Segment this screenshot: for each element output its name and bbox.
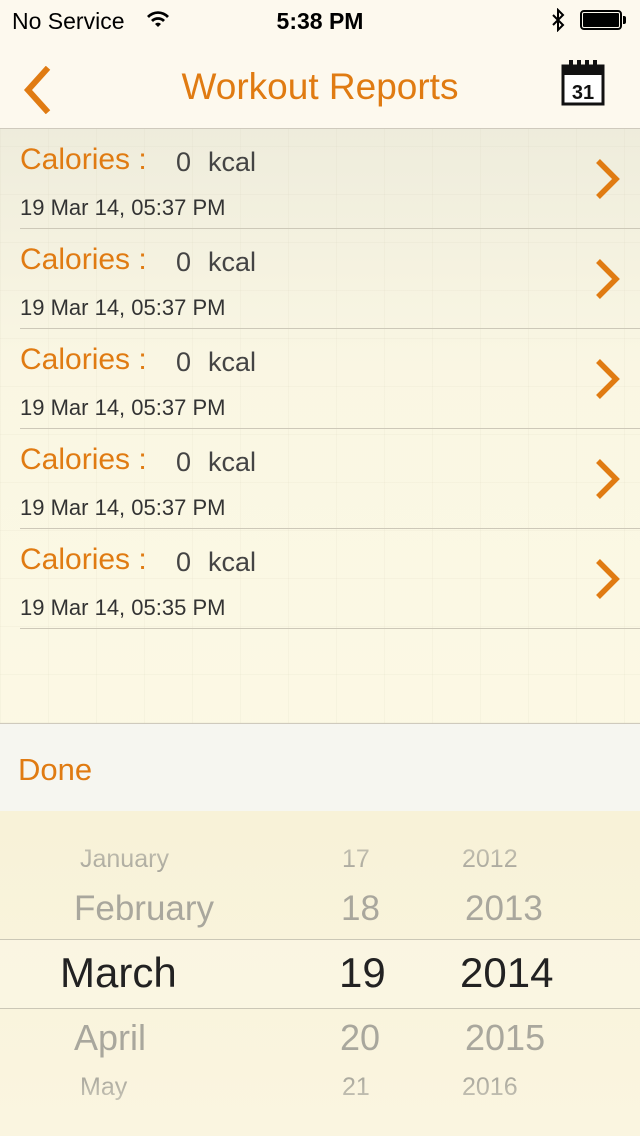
picker-year-item[interactable]: 2012 [462,845,518,874]
reports-list: Calories : 0 kcal 19 Mar 14, 05:37 PM Ca… [0,129,640,723]
picker-month-selected[interactable]: March [60,949,177,997]
picker-year-selected[interactable]: 2014 [460,949,553,997]
calendar-icon: 31 [561,60,605,106]
status-time: 5:38 PM [276,8,364,34]
picker-month-item[interactable]: April [74,1017,146,1059]
picker-year-item[interactable]: 2016 [462,1073,518,1102]
calories-unit: kcal [208,547,257,577]
report-row[interactable]: Calories : 0 kcal 19 Mar 14, 05:37 PM [0,429,640,529]
report-row[interactable]: Calories : 0 kcal 19 Mar 14, 05:37 PM [0,129,640,229]
calories-unit: kcal [208,347,257,377]
picker-month-item[interactable]: January [80,845,169,874]
picker-day-item[interactable]: 17 [342,845,370,874]
calories-unit: kcal [208,247,257,277]
calories-value: 0 [176,547,192,577]
calories-unit: kcal [208,447,257,477]
chevron-right-icon [596,559,620,599]
battery-icon [580,10,626,30]
calories-label: Calories : [20,243,147,276]
picker-year-item[interactable]: 2013 [465,889,543,929]
picker-toolbar: Done [0,723,640,812]
navigation-bar: Workout Reports 31 [0,40,640,129]
picker-month-item[interactable]: May [80,1073,127,1102]
row-divider [20,628,640,629]
status-bar: No Service 5:38 PM [0,0,640,40]
report-date: 19 Mar 14, 05:37 PM [20,195,226,220]
chevron-right-icon [596,159,620,199]
picker-day-selected[interactable]: 19 [339,949,386,997]
page-title: Workout Reports [181,66,459,107]
report-date: 19 Mar 14, 05:35 PM [20,595,226,620]
done-button[interactable]: Done [18,752,92,788]
report-date: 19 Mar 14, 05:37 PM [20,495,226,520]
calories-label: Calories : [20,543,147,576]
report-date: 19 Mar 14, 05:37 PM [20,295,226,320]
calories-value: 0 [176,347,192,377]
picker-year-item[interactable]: 2015 [465,1017,545,1059]
report-row[interactable]: Calories : 0 kcal 19 Mar 14, 05:37 PM [0,329,640,429]
date-picker[interactable]: January February March April May 17 18 1… [0,811,640,1136]
chevron-right-icon [596,359,620,399]
chevron-right-icon [596,459,620,499]
report-row[interactable]: Calories : 0 kcal 19 Mar 14, 05:37 PM [0,229,640,329]
picker-day-item[interactable]: 21 [342,1073,370,1102]
chevron-right-icon [596,259,620,299]
bluetooth-icon [552,8,565,32]
picker-day-item[interactable]: 20 [340,1017,380,1059]
calories-value: 0 [176,147,192,177]
calendar-day-label: 31 [572,82,594,104]
picker-month-item[interactable]: February [74,889,214,929]
calories-label: Calories : [20,443,147,476]
picker-day-item[interactable]: 18 [341,889,380,929]
calendar-button[interactable]: 31 [560,58,606,108]
calories-label: Calories : [20,143,147,176]
report-row[interactable]: Calories : 0 kcal 19 Mar 14, 05:35 PM [0,529,640,629]
calories-value: 0 [176,447,192,477]
calories-label: Calories : [20,343,147,376]
calories-unit: kcal [208,147,257,177]
report-date: 19 Mar 14, 05:37 PM [20,395,226,420]
calories-value: 0 [176,247,192,277]
